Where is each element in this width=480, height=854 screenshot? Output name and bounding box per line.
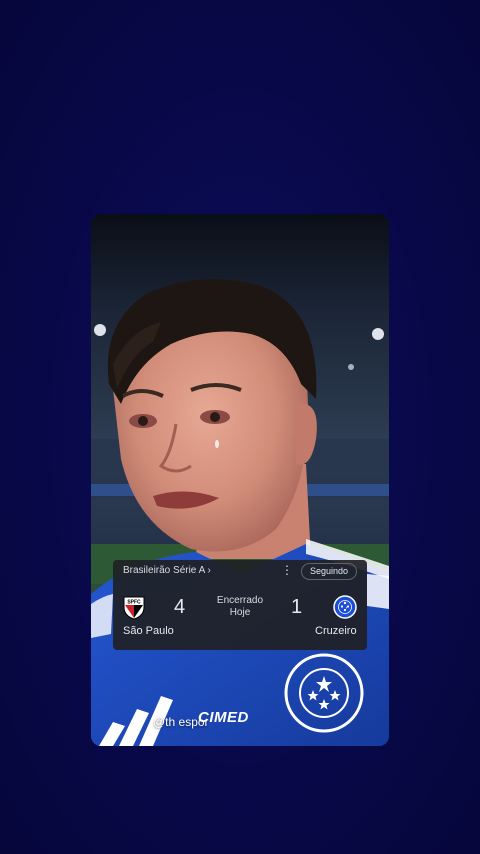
svg-text:SPFC: SPFC <box>127 600 141 606</box>
match-date: Hoje <box>229 607 251 618</box>
away-score: 1 <box>291 596 303 618</box>
status-label: Encerrado <box>216 595 264 606</box>
video-frame[interactable] <box>91 214 389 746</box>
sponsor-logo: CIMED <box>198 709 249 726</box>
spfc-crest-icon: SPFC <box>123 596 145 620</box>
cruzeiro-crest-icon <box>333 595 357 619</box>
away-team-name[interactable]: Cruzeiro <box>315 625 357 637</box>
cruzeiro-jersey-badge <box>283 652 365 734</box>
more-vert-icon[interactable]: ⋮ <box>281 563 293 577</box>
home-team-name[interactable]: São Paulo <box>123 625 174 637</box>
match-score-card[interactable]: Brasileirão Série A › ⋮ Seguindo SPFC 4 … <box>113 560 367 650</box>
competition-link[interactable]: Brasileirão Série A › <box>123 565 211 576</box>
home-score: 4 <box>174 596 186 618</box>
match-status: Encerrado Hoje <box>208 595 272 619</box>
follow-button[interactable]: Seguindo <box>301 563 357 580</box>
